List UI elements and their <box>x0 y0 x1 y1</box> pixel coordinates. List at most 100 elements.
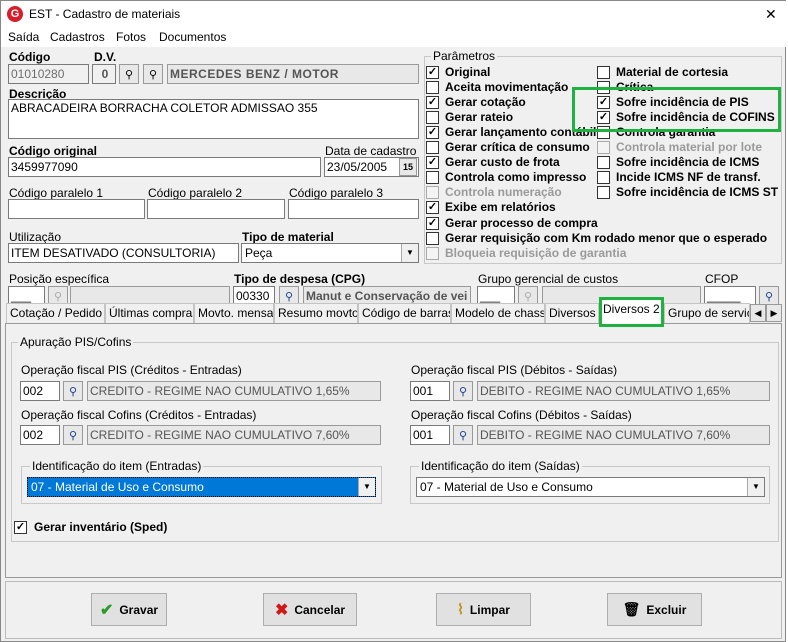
grupo-gerencial-label: Grupo gerencial de custos <box>478 272 619 286</box>
param-left-label: Bloqueia requisição de garantia <box>445 246 627 260</box>
param-right-label: Controla material por lote <box>616 140 763 154</box>
param-right-label: Material de cortesia <box>616 65 729 79</box>
close-icon[interactable]: ✕ <box>765 6 777 23</box>
main-window: G EST - Cadastro de materiais ✕ Saída Ca… <box>0 0 787 642</box>
param-left-checkbox[interactable]: ✓ <box>426 156 439 169</box>
codigo-paralelo-1-label: Código paralelo 1 <box>9 186 104 200</box>
tab--ltimas-compras[interactable]: Últimas compras <box>105 303 194 323</box>
param-right-checkbox[interactable] <box>597 186 610 199</box>
limpar-label: Limpar <box>469 602 510 617</box>
cancelar-label: Cancelar <box>294 602 346 617</box>
id-entradas-value: 07 - Material de Uso e Consumo <box>31 480 204 494</box>
tab-resumo-movto-[interactable]: Resumo movto. <box>274 303 358 323</box>
tipo-material-select[interactable]: Peça ▼ <box>241 243 419 263</box>
apuracao-title: Apuração PIS/Cofins <box>18 335 134 349</box>
param-right-checkbox <box>597 141 610 154</box>
param-left-checkbox[interactable]: ✓ <box>426 66 439 79</box>
menu-bar: Saída Cadastros Fotos Documentos <box>1 27 787 47</box>
tab-modelo-de-chassi[interactable]: Modelo de chassi <box>451 303 545 323</box>
param-left-checkbox <box>426 247 439 260</box>
menu-documentos[interactable]: Documentos <box>159 30 226 44</box>
x-icon: ✖ <box>274 601 289 619</box>
trash-icon: 🗑 <box>622 601 641 617</box>
param-left-checkbox[interactable]: ✓ <box>426 201 439 214</box>
search-binoculars-icon[interactable]: ⚲ <box>63 381 83 401</box>
broom-icon: ⌇ <box>457 601 464 617</box>
param-right-checkbox[interactable] <box>597 66 610 79</box>
posicao-label: Posição específica <box>9 272 110 286</box>
search-binoculars-icon[interactable]: ⚲ <box>63 425 83 445</box>
tab-movto-mensal[interactable]: Movto. mensal <box>194 303 274 323</box>
tab-grupo-de-servi-o[interactable]: Grupo de serviço <box>664 303 750 323</box>
cofins-in-label: Operação fiscal Cofins (Créditos - Entra… <box>21 408 257 422</box>
param-left-label: Gerar rateio <box>445 110 514 124</box>
pis-in-code[interactable]: 002 <box>20 381 60 401</box>
param-left-label: Controla como impresso <box>445 170 587 184</box>
tab-c-digo-de-barras[interactable]: Código de barras <box>358 303 451 323</box>
search-binoculars-icon[interactable]: ⚲ <box>119 64 139 84</box>
codigo-paralelo-3-field[interactable] <box>288 199 419 219</box>
search-binoculars-icon[interactable]: ⚲ <box>759 286 779 306</box>
limpar-button[interactable]: ⌇ Limpar <box>436 593 531 626</box>
brand-field: MERCEDES BENZ / MOTOR <box>167 64 419 84</box>
param-left-label: Controla numeração <box>445 185 562 199</box>
cofins-out-code[interactable]: 001 <box>410 425 450 445</box>
param-left-checkbox[interactable] <box>426 171 439 184</box>
menu-fotos[interactable]: Fotos <box>116 30 146 44</box>
chevron-down-icon[interactable]: ▼ <box>401 244 418 262</box>
param-left-checkbox[interactable] <box>426 232 439 245</box>
cofins-out-desc: DEBITO - REGIME NAO CUMULATIVO 7,60% <box>477 425 770 445</box>
utilizacao-label: Utilização <box>9 230 62 244</box>
param-left-checkbox[interactable] <box>426 141 439 154</box>
chevron-down-icon[interactable]: ▼ <box>358 478 375 496</box>
id-entradas-label: Identificação do item (Entradas) <box>30 459 204 473</box>
chevron-down-icon[interactable]: ▼ <box>747 478 764 496</box>
descricao-field[interactable]: ABRACADEIRA BORRACHA COLETOR ADMISSAO 35… <box>8 99 419 139</box>
param-right-checkbox[interactable] <box>597 171 610 184</box>
dv-field[interactable]: 0 <box>92 64 116 84</box>
tab-cota-o-pedido[interactable]: Cotação / Pedido <box>6 303 105 323</box>
gravar-button[interactable]: ✔ Gravar <box>91 593 167 626</box>
excluir-button[interactable]: 🗑 Excluir <box>607 593 702 626</box>
param-left-checkbox[interactable]: ✓ <box>426 217 439 230</box>
param-left-label: Exibe em relatórios <box>445 200 556 214</box>
param-left-label: Gerar custo de frota <box>445 155 560 169</box>
pis-out-code[interactable]: 001 <box>410 381 450 401</box>
menu-saida[interactable]: Saída <box>8 30 39 44</box>
window-title: EST - Cadastro de materiais <box>29 7 181 21</box>
id-entradas-select[interactable]: 07 - Material de Uso e Consumo ▼ <box>27 477 376 497</box>
codigo-paralelo-2-label: Código paralelo 2 <box>148 186 243 200</box>
tab-scroll-left-icon[interactable]: ◀ <box>750 304 766 322</box>
pis-out-desc: DEBITO - REGIME NAO CUMULATIVO 1,65% <box>477 381 770 401</box>
calendar-icon[interactable]: 15 <box>399 158 417 176</box>
param-left-label: Gerar requisição com Km rodado menor que… <box>445 231 768 245</box>
search-binoculars-icon[interactable]: ⚲ <box>143 64 163 84</box>
codigo-paralelo-1-field[interactable] <box>8 199 145 219</box>
cofins-in-code[interactable]: 002 <box>20 425 60 445</box>
id-saidas-select[interactable]: 07 - Material de Uso e Consumo ▼ <box>416 477 765 497</box>
search-binoculars-icon[interactable]: ⚲ <box>453 425 473 445</box>
param-left-checkbox[interactable] <box>426 111 439 124</box>
cancelar-button[interactable]: ✖ Cancelar <box>263 593 357 626</box>
utilizacao-field[interactable]: ITEM DESATIVADO (CONSULTORIA) <box>8 243 239 263</box>
codigo-paralelo-2-field[interactable] <box>147 199 285 219</box>
checkmark-icon: ✔ <box>99 601 114 619</box>
tab-diversos[interactable]: Diversos <box>545 303 599 323</box>
param-right-checkbox[interactable] <box>597 156 610 169</box>
id-saidas-label: Identificação do item (Saídas) <box>419 459 582 473</box>
gerar-inventario-checkbox[interactable]: ✓ <box>14 521 27 534</box>
tab-scroll-right-icon[interactable]: ▶ <box>766 304 782 322</box>
param-left-checkbox[interactable]: ✓ <box>426 126 439 139</box>
codigo-original-field[interactable]: 3459977090 <box>8 157 321 177</box>
menu-cadastros[interactable]: Cadastros <box>50 30 105 44</box>
excluir-label: Excluir <box>646 602 687 617</box>
param-left-label: Gerar cotação <box>445 95 526 109</box>
codigo-field[interactable]: 01010280 <box>8 64 89 84</box>
codigo-paralelo-3-label: Código paralelo 3 <box>289 186 384 200</box>
search-binoculars-icon[interactable]: ⚲ <box>453 381 473 401</box>
param-left-checkbox[interactable]: ✓ <box>426 96 439 109</box>
param-left-checkbox[interactable] <box>426 81 439 94</box>
tipo-material-value: Peça <box>245 246 273 260</box>
app-logo-icon: G <box>7 6 23 22</box>
param-left-label: Original <box>445 65 491 79</box>
